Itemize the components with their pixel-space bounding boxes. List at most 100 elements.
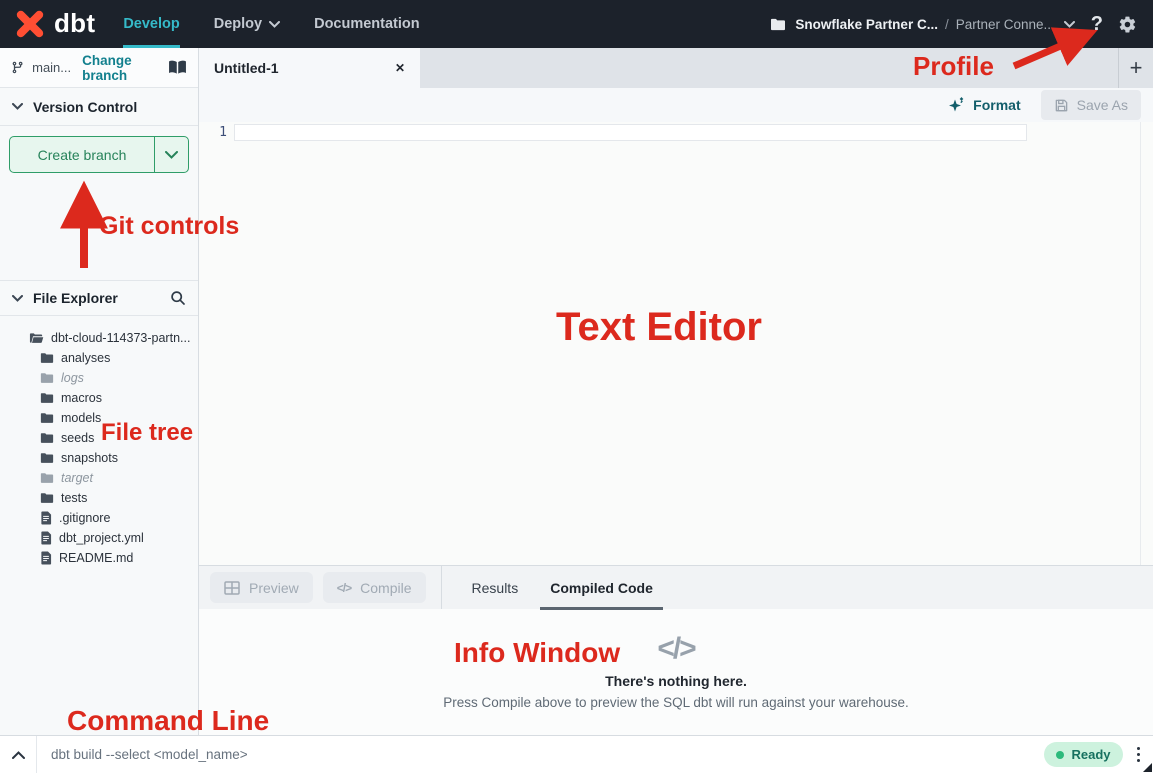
status-dot <box>1056 751 1064 759</box>
kebab-menu-icon[interactable] <box>1137 747 1141 763</box>
folder-icon <box>40 412 54 424</box>
empty-state-subtitle: Press Compile above to preview the SQL d… <box>443 695 909 710</box>
file-tree-item[interactable]: analyses <box>0 348 198 368</box>
command-input[interactable]: dbt build --select <model_name> <box>37 747 1044 762</box>
tab-compiled-code[interactable]: Compiled Code <box>534 566 669 610</box>
project-name[interactable]: Partner Conne... <box>956 17 1055 32</box>
folder-icon <box>40 492 54 504</box>
editor-tab-label: Untitled-1 <box>214 60 279 76</box>
nav-documentation[interactable]: Documentation <box>314 0 420 48</box>
search-icon[interactable] <box>170 290 186 306</box>
nav-develop-label: Develop <box>123 16 179 32</box>
preview-button[interactable]: Preview <box>210 572 313 603</box>
nav-deploy-label: Deploy <box>214 16 262 32</box>
code-icon: </> <box>657 634 694 664</box>
dbt-logo-icon <box>14 8 46 40</box>
create-branch-label: Create branch <box>10 137 154 172</box>
chevron-down-icon <box>12 295 23 302</box>
editor-tab-untitled-1[interactable]: Untitled-1 ✕ <box>199 48 420 88</box>
change-branch-link[interactable]: Change branch <box>82 53 168 83</box>
git-controls-area: Create branch <box>0 126 198 280</box>
help-icon[interactable]: ? <box>1091 13 1103 36</box>
file-icon <box>40 511 52 525</box>
nav-develop[interactable]: Develop <box>123 0 179 48</box>
status-label: Ready <box>1071 747 1110 762</box>
chevron-down-icon <box>269 21 280 28</box>
file-tree-item-label: target <box>61 471 93 485</box>
resize-handle[interactable] <box>1143 763 1152 772</box>
file-tree-item[interactable]: macros <box>0 388 198 408</box>
expand-command-bar-button[interactable] <box>0 736 37 773</box>
file-tree-item-label: models <box>61 411 101 425</box>
editor-right-margin-line <box>1140 122 1141 565</box>
docs-book-icon[interactable] <box>168 60 187 75</box>
current-branch-name: main... <box>32 60 71 75</box>
save-as-button[interactable]: Save As <box>1041 90 1141 120</box>
file-tree-item[interactable]: README.md <box>0 548 198 568</box>
chevron-down-icon <box>12 103 23 110</box>
folder-icon <box>40 392 54 404</box>
version-control-title: Version Control <box>33 99 137 115</box>
compile-button[interactable]: </> Compile <box>323 572 426 603</box>
settings-gear-icon[interactable] <box>1118 15 1137 34</box>
project-account[interactable]: Snowflake Partner C... <box>795 17 938 32</box>
file-tree-item-label: .gitignore <box>59 511 110 525</box>
table-icon <box>224 581 240 595</box>
file-tree-item-label: macros <box>61 391 102 405</box>
close-tab-icon[interactable]: ✕ <box>395 61 405 75</box>
save-floppy-icon <box>1054 98 1069 113</box>
file-tree-item-label: logs <box>61 371 84 385</box>
compile-label: Compile <box>360 580 411 596</box>
file-tree-item-label: README.md <box>59 551 133 565</box>
preview-label: Preview <box>249 580 299 596</box>
editor-column: Untitled-1 ✕ + Format Save As 1 <box>199 48 1153 735</box>
tab-compiled-code-label: Compiled Code <box>550 580 653 596</box>
git-branch-icon <box>11 60 24 75</box>
tab-results[interactable]: Results <box>456 566 535 610</box>
editor-tabbar: Untitled-1 ✕ + <box>199 48 1153 88</box>
new-tab-button[interactable]: + <box>1118 48 1153 88</box>
chevron-down-icon[interactable] <box>1064 21 1075 28</box>
code-icon: </> <box>337 581 351 595</box>
file-icon <box>40 551 52 565</box>
folder-icon <box>40 372 54 384</box>
top-navbar: dbt Develop Deploy Documentation Snowfla… <box>0 0 1153 48</box>
dbt-logo: dbt <box>14 8 95 40</box>
tab-results-label: Results <box>472 580 519 596</box>
file-tree-item[interactable]: snapshots <box>0 448 198 468</box>
panel-divider <box>441 566 442 609</box>
file-tree-item[interactable]: target <box>0 468 198 488</box>
line-number: 1 <box>199 125 227 140</box>
file-tree-item[interactable]: logs <box>0 368 198 388</box>
folder-icon <box>770 18 786 31</box>
file-tree-item-label: seeds <box>61 431 94 445</box>
tabbar-spacer <box>420 48 1118 88</box>
chevron-down-icon <box>165 151 178 159</box>
chevron-up-icon <box>12 751 25 759</box>
create-branch-button[interactable]: Create branch <box>9 136 189 173</box>
folder-icon <box>40 432 54 444</box>
folder-icon <box>40 352 54 364</box>
file-tree-item[interactable]: seeds <box>0 428 198 448</box>
folder-icon <box>40 472 54 484</box>
file-tree-item-label: tests <box>61 491 87 505</box>
info-panel-header: Preview </> Compile Results Compiled Cod… <box>199 565 1153 609</box>
sparkle-icon <box>948 97 965 114</box>
nav-deploy[interactable]: Deploy <box>214 0 280 48</box>
create-branch-dropdown[interactable] <box>155 137 188 172</box>
code-editor[interactable]: 1 <box>199 122 1153 565</box>
file-tree-root-label: dbt-cloud-114373-partn... <box>51 331 190 345</box>
format-button[interactable]: Format <box>948 97 1020 114</box>
editor-active-line[interactable] <box>234 124 1027 141</box>
file-tree-root[interactable]: dbt-cloud-114373-partn... <box>0 328 198 348</box>
file-tree-item[interactable]: dbt_project.yml <box>0 528 198 548</box>
version-control-header[interactable]: Version Control <box>0 88 198 126</box>
empty-state-title: There's nothing here. <box>605 673 747 689</box>
editor-toolbar: Format Save As <box>199 88 1153 122</box>
main-nav: Develop Deploy Documentation <box>123 0 453 48</box>
file-tree-item[interactable]: models <box>0 408 198 428</box>
file-explorer-header[interactable]: File Explorer <box>0 280 198 316</box>
file-tree-item[interactable]: tests <box>0 488 198 508</box>
file-tree-item[interactable]: .gitignore <box>0 508 198 528</box>
file-tree-item-label: snapshots <box>61 451 118 465</box>
